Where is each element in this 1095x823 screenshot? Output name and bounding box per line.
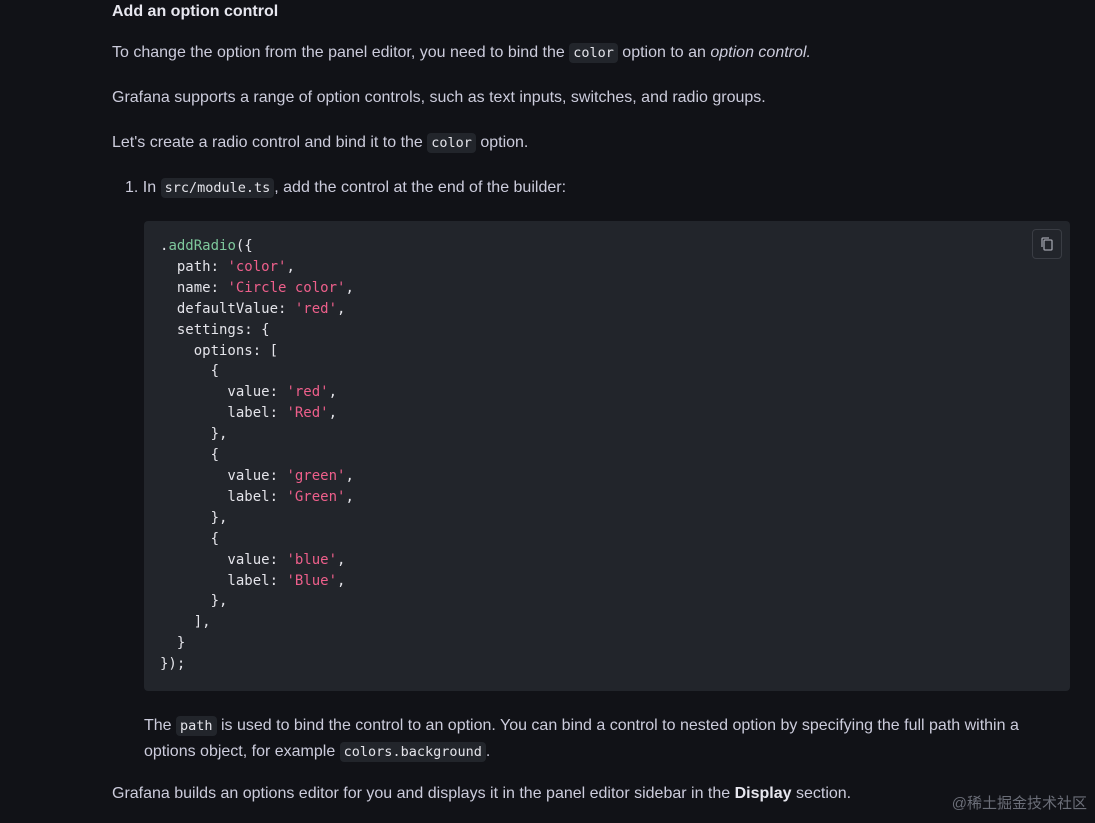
code-token: path: xyxy=(160,258,228,275)
final-text: Grafana builds an options editor for you… xyxy=(112,785,735,802)
code-token: , xyxy=(328,384,338,401)
code-string: 'Blue' xyxy=(286,572,338,589)
watermark: @稀土掘金技术社区 xyxy=(951,795,1087,812)
code-line: }); xyxy=(160,654,354,675)
code-string: 'Green' xyxy=(286,488,346,505)
code-line: { xyxy=(160,529,354,550)
code-token: ({ xyxy=(235,238,253,254)
final-text-after: section. xyxy=(791,785,852,802)
code-token: }, xyxy=(160,509,228,526)
code-token: defaultValue: xyxy=(160,300,295,317)
code-token: , xyxy=(345,467,354,484)
code-line: settings: { xyxy=(160,320,354,341)
code-line: .addRadio({ xyxy=(160,236,354,257)
paragraph-bind-option: To change the option from the panel edit… xyxy=(112,42,811,64)
code-token: , xyxy=(337,300,346,317)
code-string: 'green' xyxy=(286,467,346,484)
code-line: label: 'Green', xyxy=(160,487,354,508)
code-token: name: xyxy=(160,279,228,296)
inline-code-colors-background: colors.background xyxy=(339,742,486,762)
inline-code-color-2: color xyxy=(427,133,476,153)
paragraph-radio-control: Let's create a radio control and bind it… xyxy=(112,132,528,154)
code-line: }, xyxy=(160,424,354,445)
code-token: { xyxy=(160,530,220,547)
code-line: { xyxy=(160,361,354,382)
code-token: }); xyxy=(160,656,186,673)
code-token: settings: { xyxy=(160,321,270,338)
code-line: } xyxy=(160,633,354,654)
code-token: { xyxy=(160,363,220,380)
code-string: 'Red' xyxy=(286,405,329,422)
display-section-name: Display xyxy=(734,785,792,802)
code-string: 'blue' xyxy=(286,551,338,568)
copy-icon xyxy=(1039,236,1055,252)
code-token: { xyxy=(160,447,220,464)
code-token: }, xyxy=(160,593,228,610)
code-line: value: 'red', xyxy=(160,382,354,403)
inline-code-color: color xyxy=(569,43,618,63)
code-line: defaultValue: 'red', xyxy=(160,299,354,320)
code-token: label: xyxy=(160,405,287,422)
code-token: , xyxy=(337,551,346,568)
code-string: 'Circle color' xyxy=(227,279,346,296)
code-token: value: xyxy=(160,467,287,484)
code-token: , xyxy=(328,405,338,422)
code-line: }, xyxy=(160,591,354,612)
note-text-after: . xyxy=(485,743,491,760)
code-line: value: 'green', xyxy=(160,466,354,487)
p3-text: Let's create a radio control and bind it… xyxy=(112,134,428,151)
code-line: value: 'blue', xyxy=(160,550,354,571)
step-text-after: , add the control at the end of the buil… xyxy=(274,179,567,196)
paragraph-option-controls: Grafana supports a range of option contr… xyxy=(112,89,766,106)
path-note: The path is used to bind the control to … xyxy=(144,713,1044,765)
code-token: , xyxy=(345,488,354,505)
paragraph-options-editor: Grafana builds an options editor for you… xyxy=(112,783,851,805)
code-token: ], xyxy=(160,614,211,631)
p1-text-middle: option to an xyxy=(617,44,711,61)
code-token: label: xyxy=(160,572,287,589)
code-content: .addRadio({ path: 'color', name: 'Circle… xyxy=(160,236,354,675)
code-token: , xyxy=(345,279,354,296)
note-text-middle: is used to bind the control to an option… xyxy=(144,717,1019,760)
section-heading: Add an option control xyxy=(112,3,279,20)
code-token: , xyxy=(286,258,295,275)
code-token: } xyxy=(160,635,186,652)
inline-code-module-ts: src/module.ts xyxy=(160,178,275,198)
code-token: value: xyxy=(160,384,287,401)
code-token: value: xyxy=(160,551,287,568)
code-function: addRadio xyxy=(168,238,236,254)
code-string: 'red' xyxy=(294,300,338,317)
step-number: 1. xyxy=(125,179,139,196)
code-string: 'color' xyxy=(227,258,287,275)
p3-text-after: option. xyxy=(475,134,529,151)
step-1: 1. In src/module.ts, add the control at … xyxy=(125,177,566,199)
code-token: , xyxy=(337,572,346,589)
code-line: name: 'Circle color', xyxy=(160,278,354,299)
code-line: }, xyxy=(160,508,354,529)
code-line: { xyxy=(160,445,354,466)
code-token: }, xyxy=(160,426,228,443)
code-string: 'red' xyxy=(286,384,329,401)
inline-code-path: path xyxy=(176,716,217,736)
note-text: The xyxy=(144,717,177,734)
code-line: ], xyxy=(160,612,354,633)
code-line: label: 'Red', xyxy=(160,403,354,424)
code-line: options: [ xyxy=(160,341,354,362)
code-line: label: 'Blue', xyxy=(160,571,354,592)
code-block: .addRadio({ path: 'color', name: 'Circle… xyxy=(144,221,1070,691)
code-line: path: 'color', xyxy=(160,257,354,278)
code-token: label: xyxy=(160,488,287,505)
p1-text: To change the option from the panel edit… xyxy=(112,44,570,61)
code-token: options: [ xyxy=(160,342,279,359)
step-text: In xyxy=(138,179,161,196)
copy-code-button[interactable] xyxy=(1032,229,1062,259)
option-control-emphasis: option control. xyxy=(710,44,811,61)
